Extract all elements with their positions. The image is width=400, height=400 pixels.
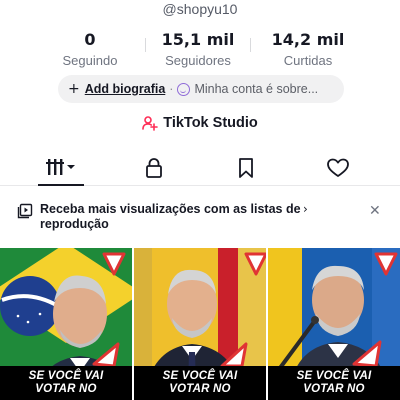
playlist-icon <box>17 203 33 219</box>
stat-likes-label: Curtidas <box>283 53 333 68</box>
heart-icon <box>327 158 349 177</box>
tab-liked[interactable] <box>313 154 363 182</box>
stat-following-label: Seguindo <box>62 53 118 68</box>
playlist-banner-text: Receba mais visualizações com as listas … <box>40 202 301 231</box>
video-caption-line: SE VOCÊ VAI <box>28 370 104 382</box>
separator-dot: · <box>169 82 174 96</box>
tab-private[interactable] <box>129 154 179 182</box>
video-caption: SE VOCÊ VAI VOTAR NO <box>268 366 400 400</box>
add-bio-link[interactable]: Add biografia <box>85 82 166 96</box>
profile-username: @shopyu10 <box>162 1 238 17</box>
video-thumbnail[interactable]: SE VOCÊ VAI VOTAR NO <box>0 248 132 400</box>
stat-likes-count: 14,2 mil <box>271 30 345 49</box>
video-caption-line: SE VOCÊ VAI <box>162 370 238 382</box>
bookmark-icon <box>239 158 253 178</box>
playlist-banner[interactable]: Receba mais visualizações com as listas … <box>0 197 400 241</box>
stat-followers-label: Seguidores <box>165 53 231 68</box>
chevron-right-icon: › <box>303 202 308 216</box>
video-thumbnail[interactable]: SE VOCÊ VAI VOTAR NO <box>268 248 400 400</box>
lock-icon <box>146 158 162 178</box>
tiktok-studio-button[interactable]: TikTok Studio <box>0 115 400 131</box>
video-caption-line: VOTAR NO <box>303 383 365 395</box>
videos-grid-icon <box>46 159 75 175</box>
tiktok-studio-label: TikTok Studio <box>163 115 258 131</box>
stat-followers[interactable]: 15,1 mil Seguidores <box>146 30 250 69</box>
profile-stats: 0 Seguindo 15,1 mil Seguidores 14,2 mil … <box>0 30 400 69</box>
stat-likes[interactable]: 14,2 mil Curtidas <box>251 30 365 69</box>
tab-videos[interactable] <box>36 154 86 182</box>
plus-icon: + <box>68 81 80 97</box>
profile-tabs <box>0 150 400 186</box>
video-caption: SE VOCÊ VAI VOTAR NO <box>134 366 266 400</box>
video-caption-line: VOTAR NO <box>35 383 97 395</box>
stat-followers-count: 15,1 mil <box>161 30 235 49</box>
active-tab-indicator <box>38 184 84 186</box>
tab-saved[interactable] <box>221 154 271 182</box>
smile-icon <box>177 82 191 96</box>
video-caption-line: VOTAR NO <box>169 383 231 395</box>
video-thumbnail[interactable]: SE VOCÊ VAI VOTAR NO <box>134 248 266 400</box>
video-grid: SE VOCÊ VAI VOTAR NO SE VOCÊ VAI VOTAR N… <box>0 248 400 400</box>
video-caption-line: SE VOCÊ VAI <box>296 370 372 382</box>
bio-pill: + Add biografia · Minha conta é sobre... <box>58 75 344 103</box>
studio-icon <box>142 116 159 131</box>
account-about-link[interactable]: Minha conta é sobre... <box>194 82 318 96</box>
stat-following-count: 0 <box>84 30 96 49</box>
video-caption: SE VOCÊ VAI VOTAR NO <box>0 366 132 400</box>
stat-following[interactable]: 0 Seguindo <box>35 30 145 69</box>
close-icon[interactable]: ✕ <box>369 203 381 219</box>
